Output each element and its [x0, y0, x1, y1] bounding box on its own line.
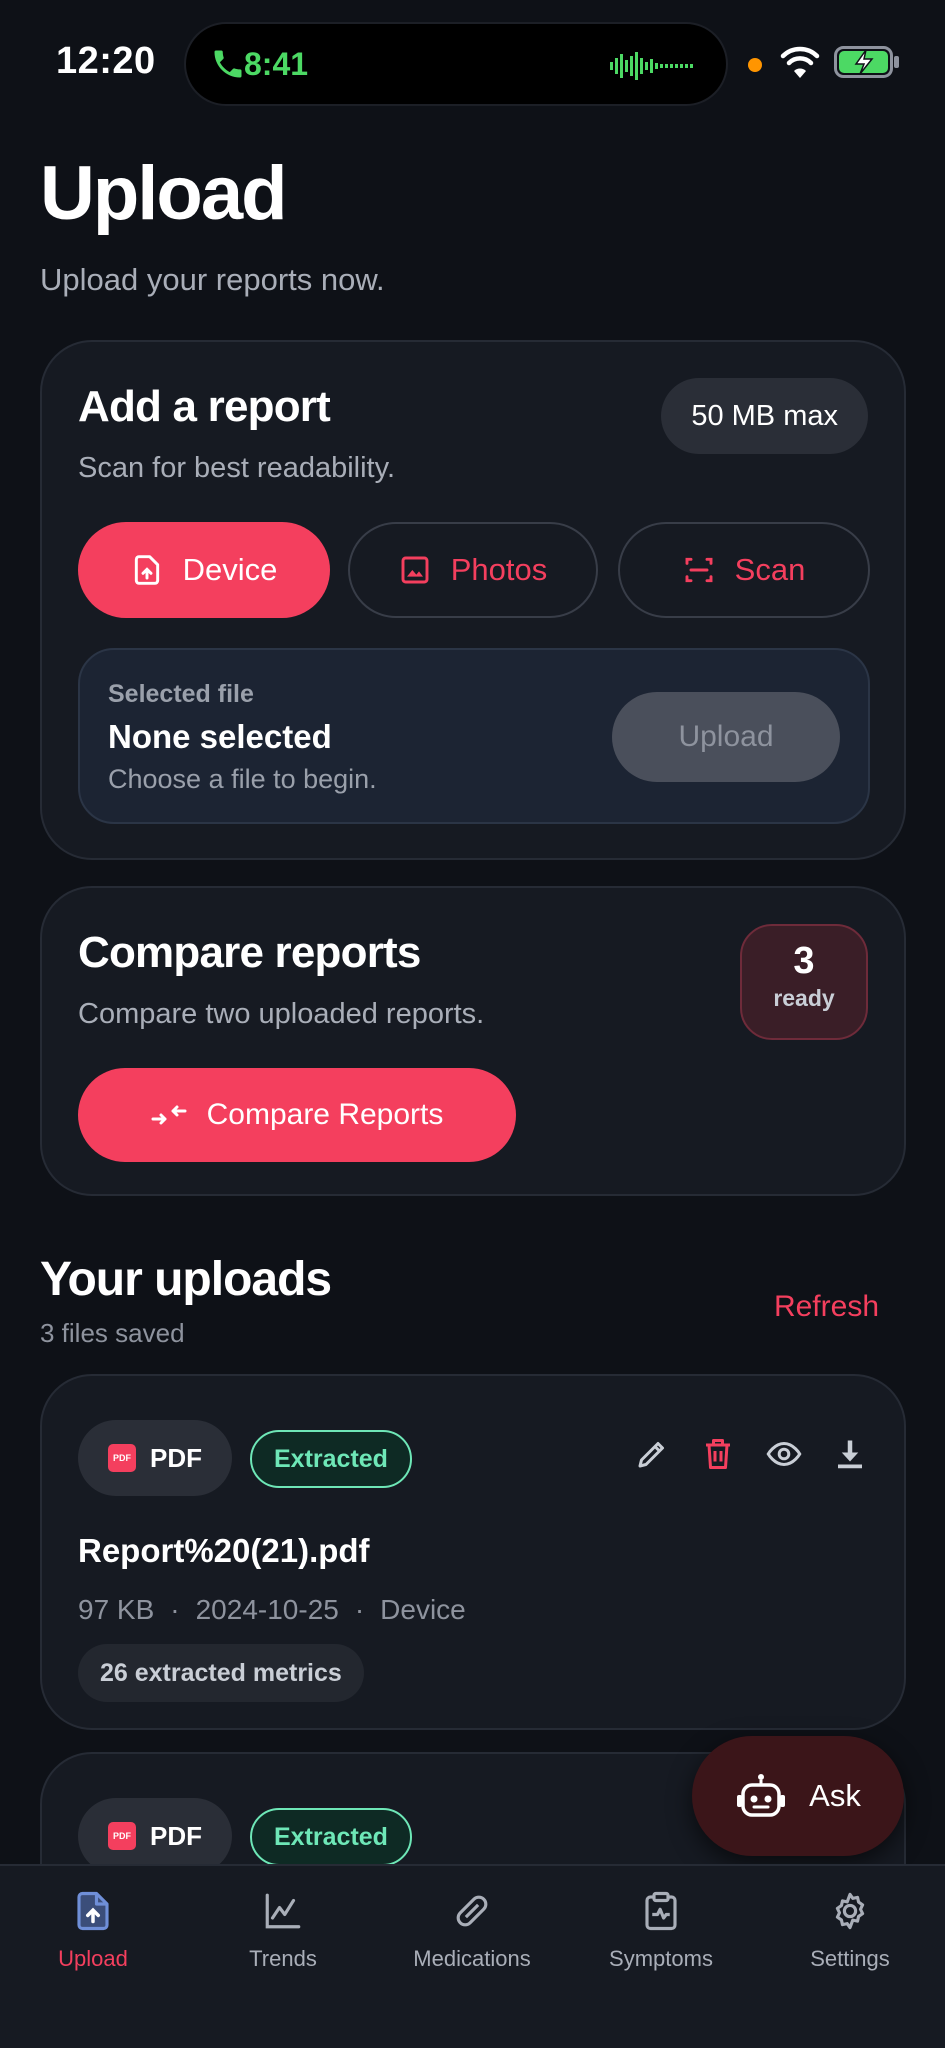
compare-reports-button[interactable]: Compare Reports	[78, 1068, 516, 1162]
selected-file-name: None selected	[108, 718, 332, 755]
download-icon	[838, 1440, 862, 1469]
file-type-label: PDF	[150, 1442, 202, 1473]
eye-icon	[766, 1441, 802, 1467]
page-title: Upload	[40, 151, 288, 236]
image-icon	[401, 556, 429, 584]
scan-source-label: Scan	[734, 552, 806, 587]
status-bar: 12:20 8:41	[0, 0, 945, 120]
report-source: Device	[380, 1594, 466, 1625]
upload-file-icon	[77, 1891, 109, 1931]
download-button[interactable]	[832, 1436, 868, 1472]
metrics-badge: 26 extracted metrics	[78, 1644, 364, 1702]
photos-source-button[interactable]: Photos	[348, 522, 598, 618]
edit-button[interactable]	[634, 1436, 670, 1472]
chart-line-icon	[265, 1893, 301, 1929]
upload-actions	[634, 1436, 868, 1472]
device-source-label: Device	[182, 552, 278, 587]
device-source-button[interactable]: Device	[78, 522, 330, 618]
report-meta: 97 KB · 2024-10-25 · Device	[78, 1594, 466, 1626]
scan-source-button[interactable]: Scan	[618, 522, 870, 618]
battery-charging-icon	[834, 46, 899, 78]
add-report-subtitle: Scan for best readability.	[78, 452, 396, 484]
file-type-chip: PDF PDF	[78, 1420, 232, 1496]
tab-symptoms-label: Symptoms	[609, 1946, 713, 1971]
clipboard-pulse-icon	[645, 1891, 677, 1931]
tab-medications-label: Medications	[413, 1946, 531, 1971]
privacy-indicator-dot	[748, 58, 762, 72]
ready-count-badge: 3 ready	[740, 924, 868, 1040]
compare-title: Compare reports	[78, 928, 421, 977]
file-upload-icon	[134, 555, 159, 585]
tab-medications[interactable]: Medications	[387, 1890, 557, 1972]
pill-icon	[456, 1895, 488, 1927]
compare-reports-card: Compare reports Compare two uploaded rep…	[40, 886, 906, 1196]
report-file-name: Report%20(21).pdf	[78, 1532, 370, 1569]
pencil-icon	[638, 1442, 664, 1468]
meta-separator: ·	[170, 1594, 180, 1625]
tab-upload-label: Upload	[58, 1946, 128, 1971]
add-report-title: Add a report	[78, 382, 331, 431]
delete-button[interactable]	[700, 1436, 736, 1472]
scan-icon	[685, 557, 713, 583]
bottom-tab-bar: Upload Trends Medications Symptoms Setti…	[0, 1864, 945, 2048]
tab-trends-label: Trends	[249, 1946, 317, 1971]
upload-button[interactable]: Upload	[612, 692, 840, 782]
pdf-icon: PDF	[108, 1822, 136, 1850]
upload-item[interactable]: PDF PDF Extracted Report%20(21).pdf 97 K…	[40, 1374, 906, 1730]
status-badge: Extracted	[250, 1430, 412, 1488]
file-type-label: PDF	[150, 1820, 202, 1851]
uploads-count: 3 files saved	[40, 1318, 185, 1348]
ask-assistant-button[interactable]: Ask	[692, 1736, 904, 1856]
selected-file-panel: Selected file None selected Choose a fil…	[78, 648, 870, 824]
uploads-title: Your uploads	[40, 1253, 332, 1306]
tab-settings-label: Settings	[810, 1946, 890, 1971]
page-subtitle: Upload your reports now.	[40, 262, 385, 297]
ready-count: 3	[793, 940, 815, 982]
ready-label: ready	[773, 985, 835, 1011]
pdf-icon: PDF	[108, 1444, 136, 1472]
file-type-chip: PDF PDF	[78, 1798, 232, 1874]
view-button[interactable]	[766, 1436, 802, 1472]
robot-icon	[737, 1774, 786, 1817]
photos-source-label: Photos	[450, 552, 548, 587]
max-size-badge: 50 MB max	[661, 378, 868, 454]
tab-symptoms[interactable]: Symptoms	[576, 1890, 746, 1972]
refresh-button[interactable]: Refresh	[774, 1290, 879, 1324]
phone-icon	[214, 50, 242, 78]
wifi-icon	[780, 46, 820, 78]
audio-wave-icon	[610, 52, 693, 80]
tab-settings[interactable]: Settings	[765, 1890, 935, 1972]
trash-icon	[706, 1439, 730, 1469]
status-badge: Extracted	[250, 1808, 412, 1866]
tab-upload[interactable]: Upload	[8, 1890, 178, 1972]
add-report-card: Add a report Scan for best readability. …	[40, 340, 906, 860]
call-duration: 8:41	[244, 46, 309, 82]
compare-arrows-icon	[151, 1105, 187, 1125]
tab-trends[interactable]: Trends	[198, 1890, 368, 1972]
gear-icon	[835, 1892, 865, 1930]
status-time: 12:20	[56, 40, 156, 82]
meta-separator: ·	[354, 1594, 365, 1625]
selected-file-label: Selected file	[108, 680, 254, 708]
report-date: 2024-10-25	[195, 1594, 339, 1625]
compare-reports-label: Compare Reports	[206, 1098, 444, 1131]
dynamic-island[interactable]: 8:41	[184, 22, 728, 106]
ask-label: Ask	[809, 1778, 861, 1813]
report-size: 97 KB	[78, 1594, 155, 1625]
compare-subtitle: Compare two uploaded reports.	[78, 998, 485, 1030]
selected-file-hint: Choose a file to begin.	[108, 764, 377, 794]
